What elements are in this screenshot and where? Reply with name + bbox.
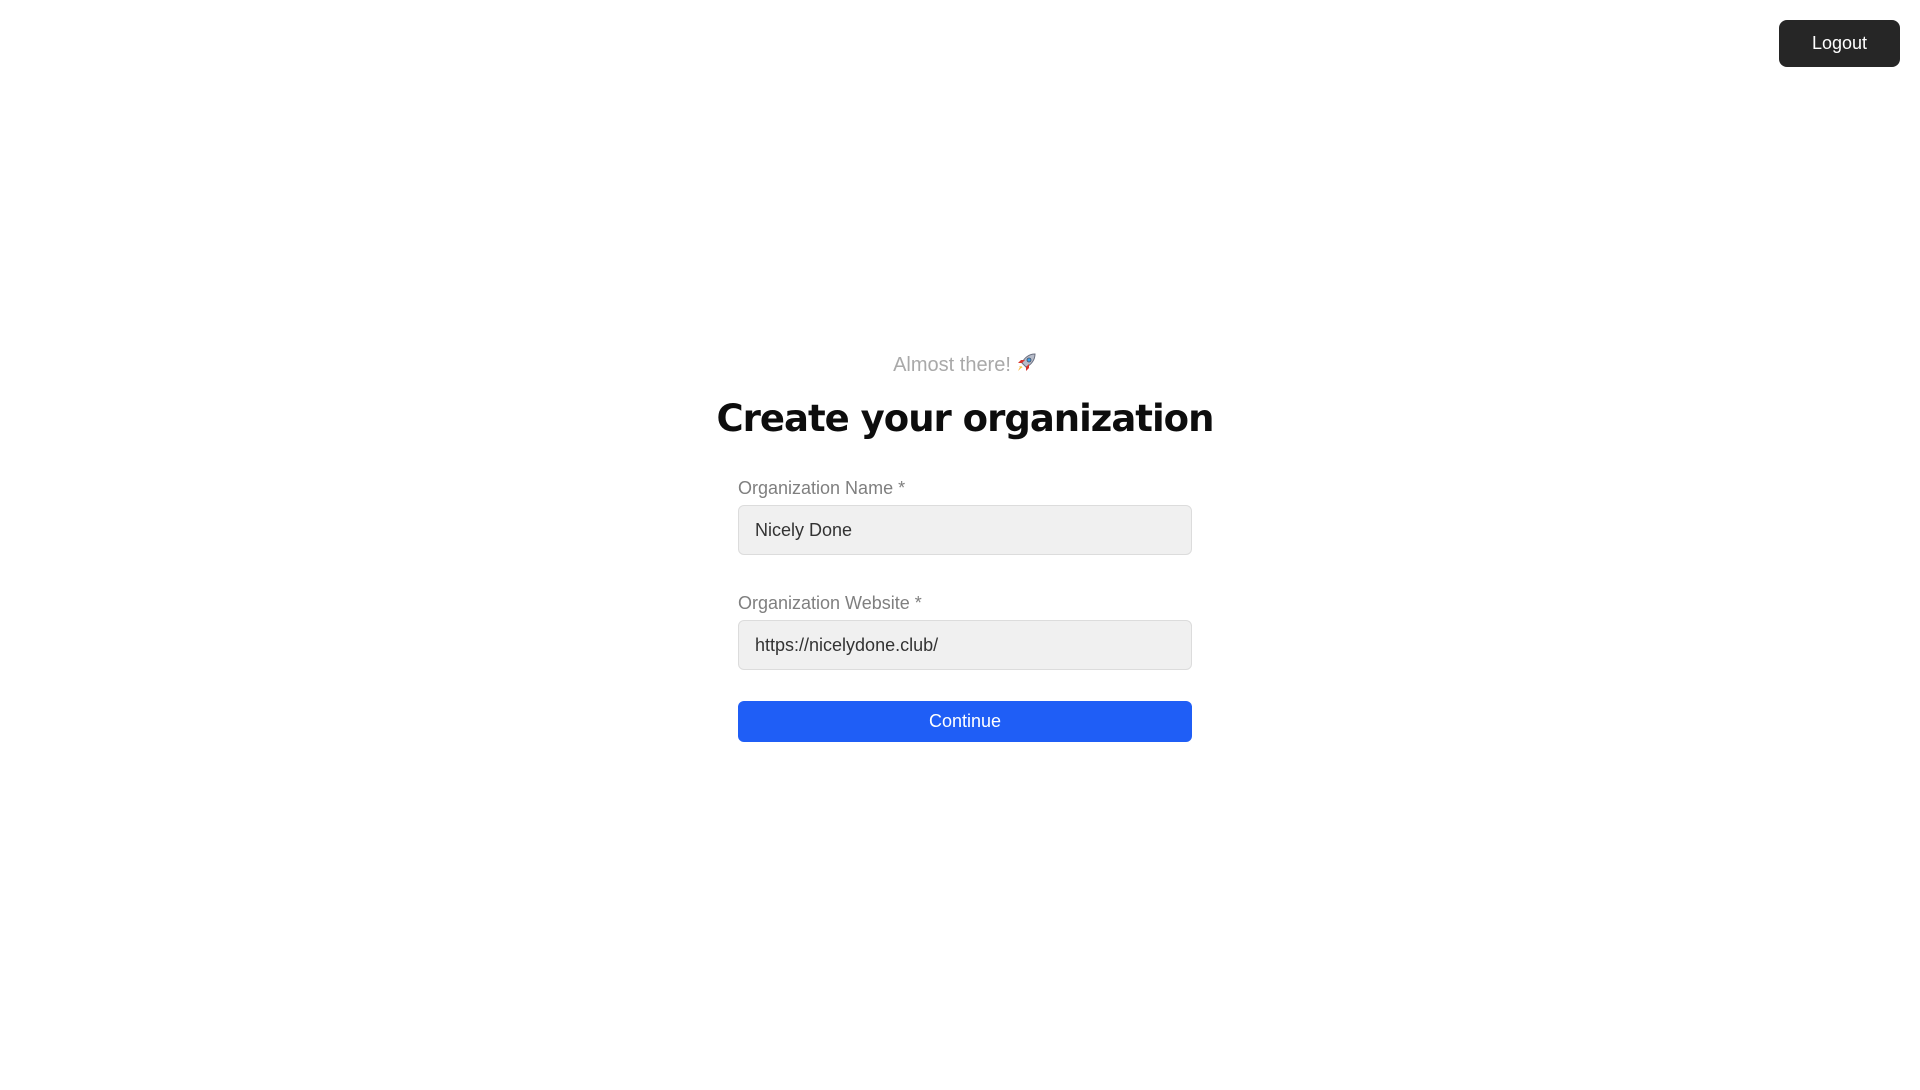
organization-name-input[interactable] (738, 505, 1192, 555)
eyebrow: Almost there! (738, 350, 1192, 380)
logout-button[interactable]: Logout (1779, 20, 1900, 67)
organization-website-field-group: Organization Website * (738, 591, 1192, 670)
organization-name-field-group: Organization Name * (738, 476, 1192, 555)
eyebrow-text: Almost there! (893, 354, 1011, 376)
organization-name-label: Organization Name * (738, 478, 906, 498)
rocket-icon (1015, 352, 1037, 374)
continue-button[interactable]: Continue (738, 701, 1192, 742)
page: Logout Almost there! Create your organiz… (0, 0, 1920, 1090)
create-organization-form: Almost there! Create your organization O… (717, 350, 1214, 742)
organization-website-input[interactable] (738, 620, 1192, 670)
organization-website-label: Organization Website * (738, 593, 922, 613)
page-title: Create your organization (716, 397, 1215, 440)
